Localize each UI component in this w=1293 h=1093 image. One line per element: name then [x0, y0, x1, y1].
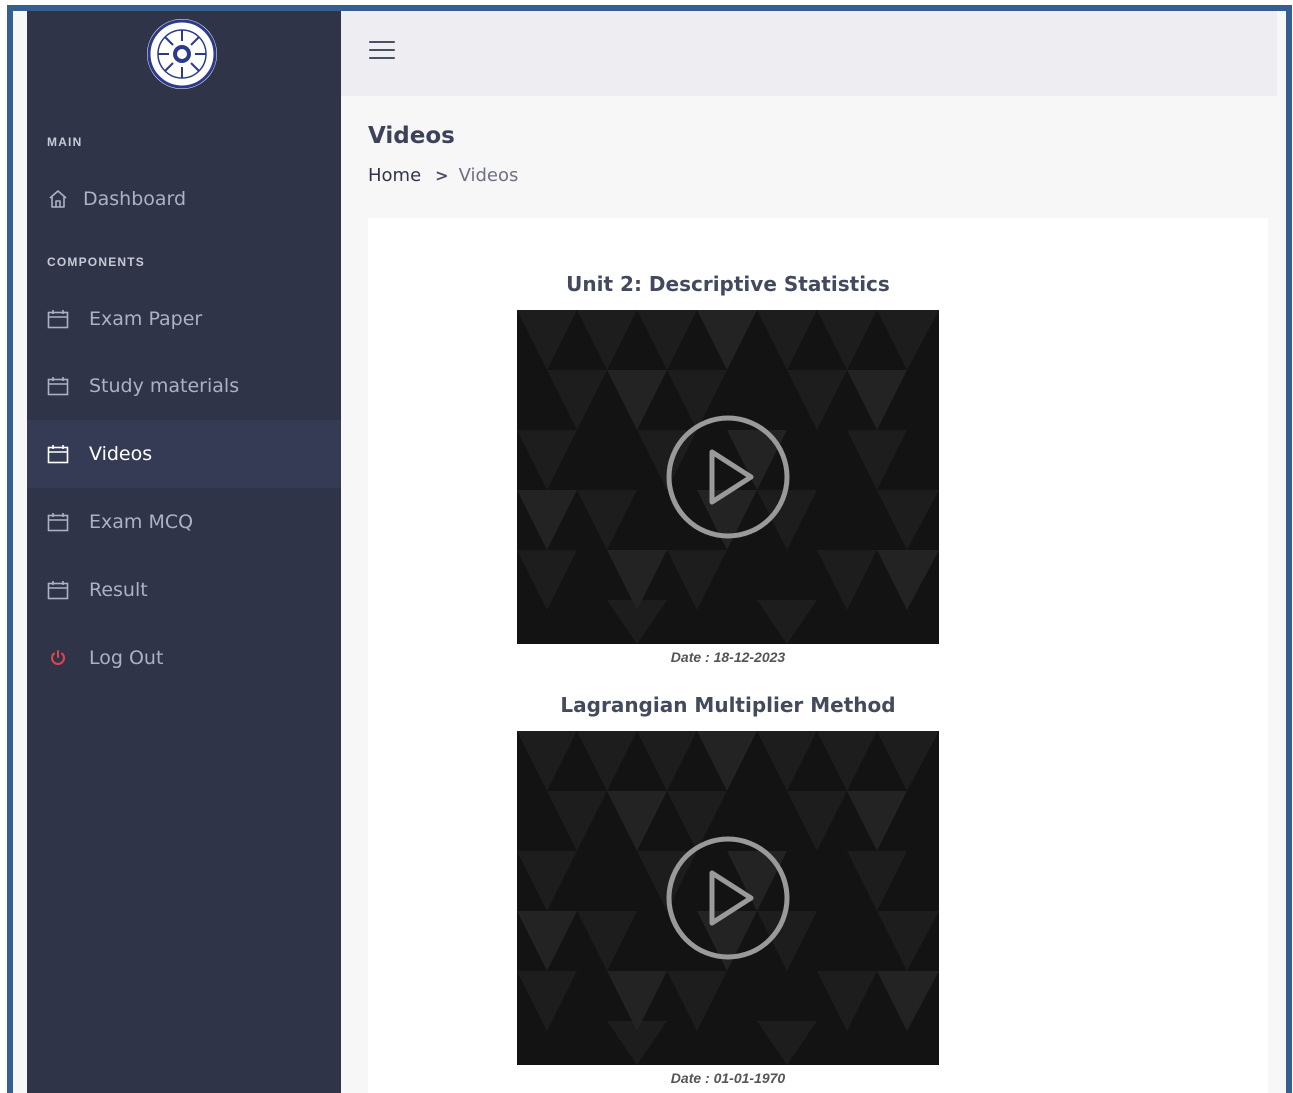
- video-player[interactable]: [517, 310, 939, 644]
- video-date: Date : 18-12-2023: [670, 649, 786, 665]
- sidebar-item-exam-paper[interactable]: Exam Paper: [27, 285, 341, 353]
- video-item: Unit 2: Descriptive Statistics Date: 18…: [517, 270, 939, 665]
- calendar-icon: [47, 443, 69, 465]
- breadcrumb: Home > Videos: [368, 165, 518, 186]
- page-title: Videos: [368, 123, 455, 149]
- play-icon[interactable]: [665, 835, 791, 961]
- sidebar-item-exam-mcq[interactable]: Exam MCQ: [27, 488, 341, 556]
- breadcrumb-current: Videos: [458, 165, 519, 186]
- video-item: Lagrangian Multiplier Method Date: 01-0…: [517, 691, 939, 1086]
- calendar-icon: [47, 579, 69, 601]
- top-bar: [341, 11, 1277, 96]
- calendar-icon: [47, 375, 69, 397]
- home-icon: [47, 188, 69, 210]
- logo-emblem-icon: [147, 19, 217, 89]
- sidebar-item-label: Exam MCQ: [89, 511, 194, 533]
- chevron-right-icon: >: [435, 166, 449, 185]
- sidebar-item-dashboard[interactable]: Dashboard: [27, 165, 341, 233]
- section-label-components: COMPONENTS: [47, 255, 146, 269]
- college-logo[interactable]: [145, 17, 219, 91]
- play-icon[interactable]: [665, 414, 791, 540]
- video-player[interactable]: [517, 731, 939, 1065]
- sidebar-item-label: Exam Paper: [89, 308, 203, 330]
- sidebar-item-label: Log Out: [89, 647, 164, 669]
- sidebar-item-label: Dashboard: [83, 188, 187, 210]
- section-label-main: MAIN: [47, 135, 83, 149]
- sidebar-item-label: Videos: [89, 443, 153, 465]
- sidebar-item-study-materials[interactable]: Study materials: [27, 352, 341, 420]
- videos-card: Unit 2: Descriptive Statistics Date: 18…: [368, 218, 1268, 1093]
- sidebar-item-result[interactable]: Result: [27, 556, 341, 624]
- sidebar-item-label: Study materials: [89, 375, 240, 397]
- power-icon: [47, 647, 69, 669]
- video-title: Unit 2: Descriptive Statistics: [566, 272, 890, 296]
- sidebar: MAIN Dashboard COMPONENTS Exam Paper Stu…: [27, 11, 341, 1093]
- video-date: Date : 01-01-1970: [670, 1070, 786, 1086]
- sidebar-item-videos[interactable]: Videos: [27, 420, 341, 488]
- calendar-icon: [47, 308, 69, 330]
- sidebar-item-label: Result: [89, 579, 148, 601]
- breadcrumb-home-link[interactable]: Home: [368, 165, 421, 186]
- calendar-icon: [47, 511, 69, 533]
- hamburger-icon[interactable]: [369, 41, 395, 61]
- sidebar-item-log-out[interactable]: Log Out: [27, 624, 341, 692]
- video-title: Lagrangian Multiplier Method: [560, 693, 896, 717]
